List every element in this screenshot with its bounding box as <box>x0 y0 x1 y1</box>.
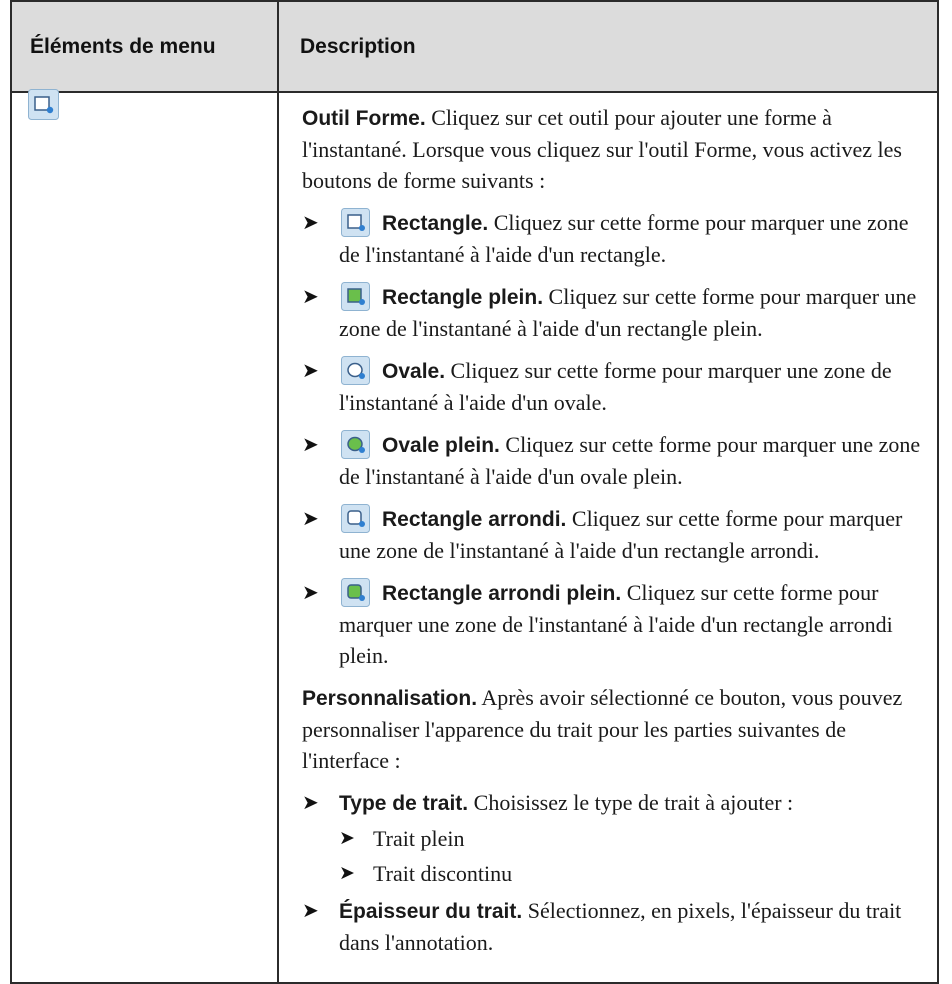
filled-oval-icon <box>341 430 370 459</box>
arrow-bullet-icon: ➤ <box>302 580 319 604</box>
shape-tool-title: Outil Forme. <box>302 107 426 130</box>
shape-title: Rectangle. <box>382 212 489 235</box>
line-width-title: Épaisseur du trait. <box>339 900 523 923</box>
list-item: ➤ Trait plein <box>339 823 932 854</box>
line-type-option: Trait plein <box>373 826 465 851</box>
customization-title: Personnalisation. <box>302 687 478 710</box>
arrow-bullet-icon: ➤ <box>339 862 355 884</box>
shape-tool-icon <box>28 89 59 120</box>
list-item: ➤ Rectangle. Cliquez sur cette forme pou… <box>302 207 932 270</box>
rounded-rectangle-icon <box>341 504 370 533</box>
oval-icon <box>341 356 370 385</box>
description-cell: Outil Forme. Cliquez sur cet outil pour … <box>302 102 932 969</box>
list-item: ➤ Rectangle plein. Cliquez sur cette for… <box>302 281 932 344</box>
shape-tool-paragraph: Outil Forme. Cliquez sur cet outil pour … <box>302 102 932 196</box>
header-description: Description <box>300 35 416 58</box>
arrow-bullet-icon: ➤ <box>302 506 319 530</box>
menu-items-table: Éléments de menu Description Outil Forme… <box>10 0 939 984</box>
list-item: ➤ Ovale. Cliquez sur cette forme pour ma… <box>302 355 932 418</box>
header-menu-items: Éléments de menu <box>30 35 216 58</box>
shape-title: Rectangle plein. <box>382 286 544 309</box>
filled-rounded-rectangle-icon <box>341 578 370 607</box>
list-item: ➤ Trait discontinu <box>339 858 932 889</box>
filled-rectangle-icon <box>341 282 370 311</box>
shape-title: Ovale. <box>382 360 446 383</box>
customization-paragraph: Personnalisation. Après avoir sélectionn… <box>302 682 932 776</box>
list-item: ➤ Rectangle arrondi plein. Cliquez sur c… <box>302 577 932 671</box>
list-item: ➤ Épaisseur du trait. Sélectionnez, en p… <box>302 895 932 958</box>
shape-title: Rectangle arrondi. <box>382 508 567 531</box>
arrow-bullet-icon: ➤ <box>302 432 319 456</box>
arrow-bullet-icon: ➤ <box>302 790 319 814</box>
column-divider <box>277 2 279 982</box>
arrow-bullet-icon: ➤ <box>339 827 355 849</box>
line-type-text: Choisissez le type de trait à ajouter : <box>468 790 794 815</box>
arrow-bullet-icon: ➤ <box>302 898 319 922</box>
shape-title: Ovale plein. <box>382 434 500 457</box>
list-item: ➤ Ovale plein. Cliquez sur cette forme p… <box>302 429 932 492</box>
arrow-bullet-icon: ➤ <box>302 358 319 382</box>
list-item: ➤ Type de trait. Choisissez le type de t… <box>302 787 932 819</box>
line-type-option: Trait discontinu <box>373 861 513 886</box>
line-type-title: Type de trait. <box>339 792 469 815</box>
rectangle-icon <box>341 208 370 237</box>
list-item: ➤ Rectangle arrondi. Cliquez sur cette f… <box>302 503 932 566</box>
shape-title: Rectangle arrondi plein. <box>382 582 622 605</box>
arrow-bullet-icon: ➤ <box>302 284 319 308</box>
arrow-bullet-icon: ➤ <box>302 210 319 234</box>
table-header-row: Éléments de menu Description <box>12 2 937 93</box>
